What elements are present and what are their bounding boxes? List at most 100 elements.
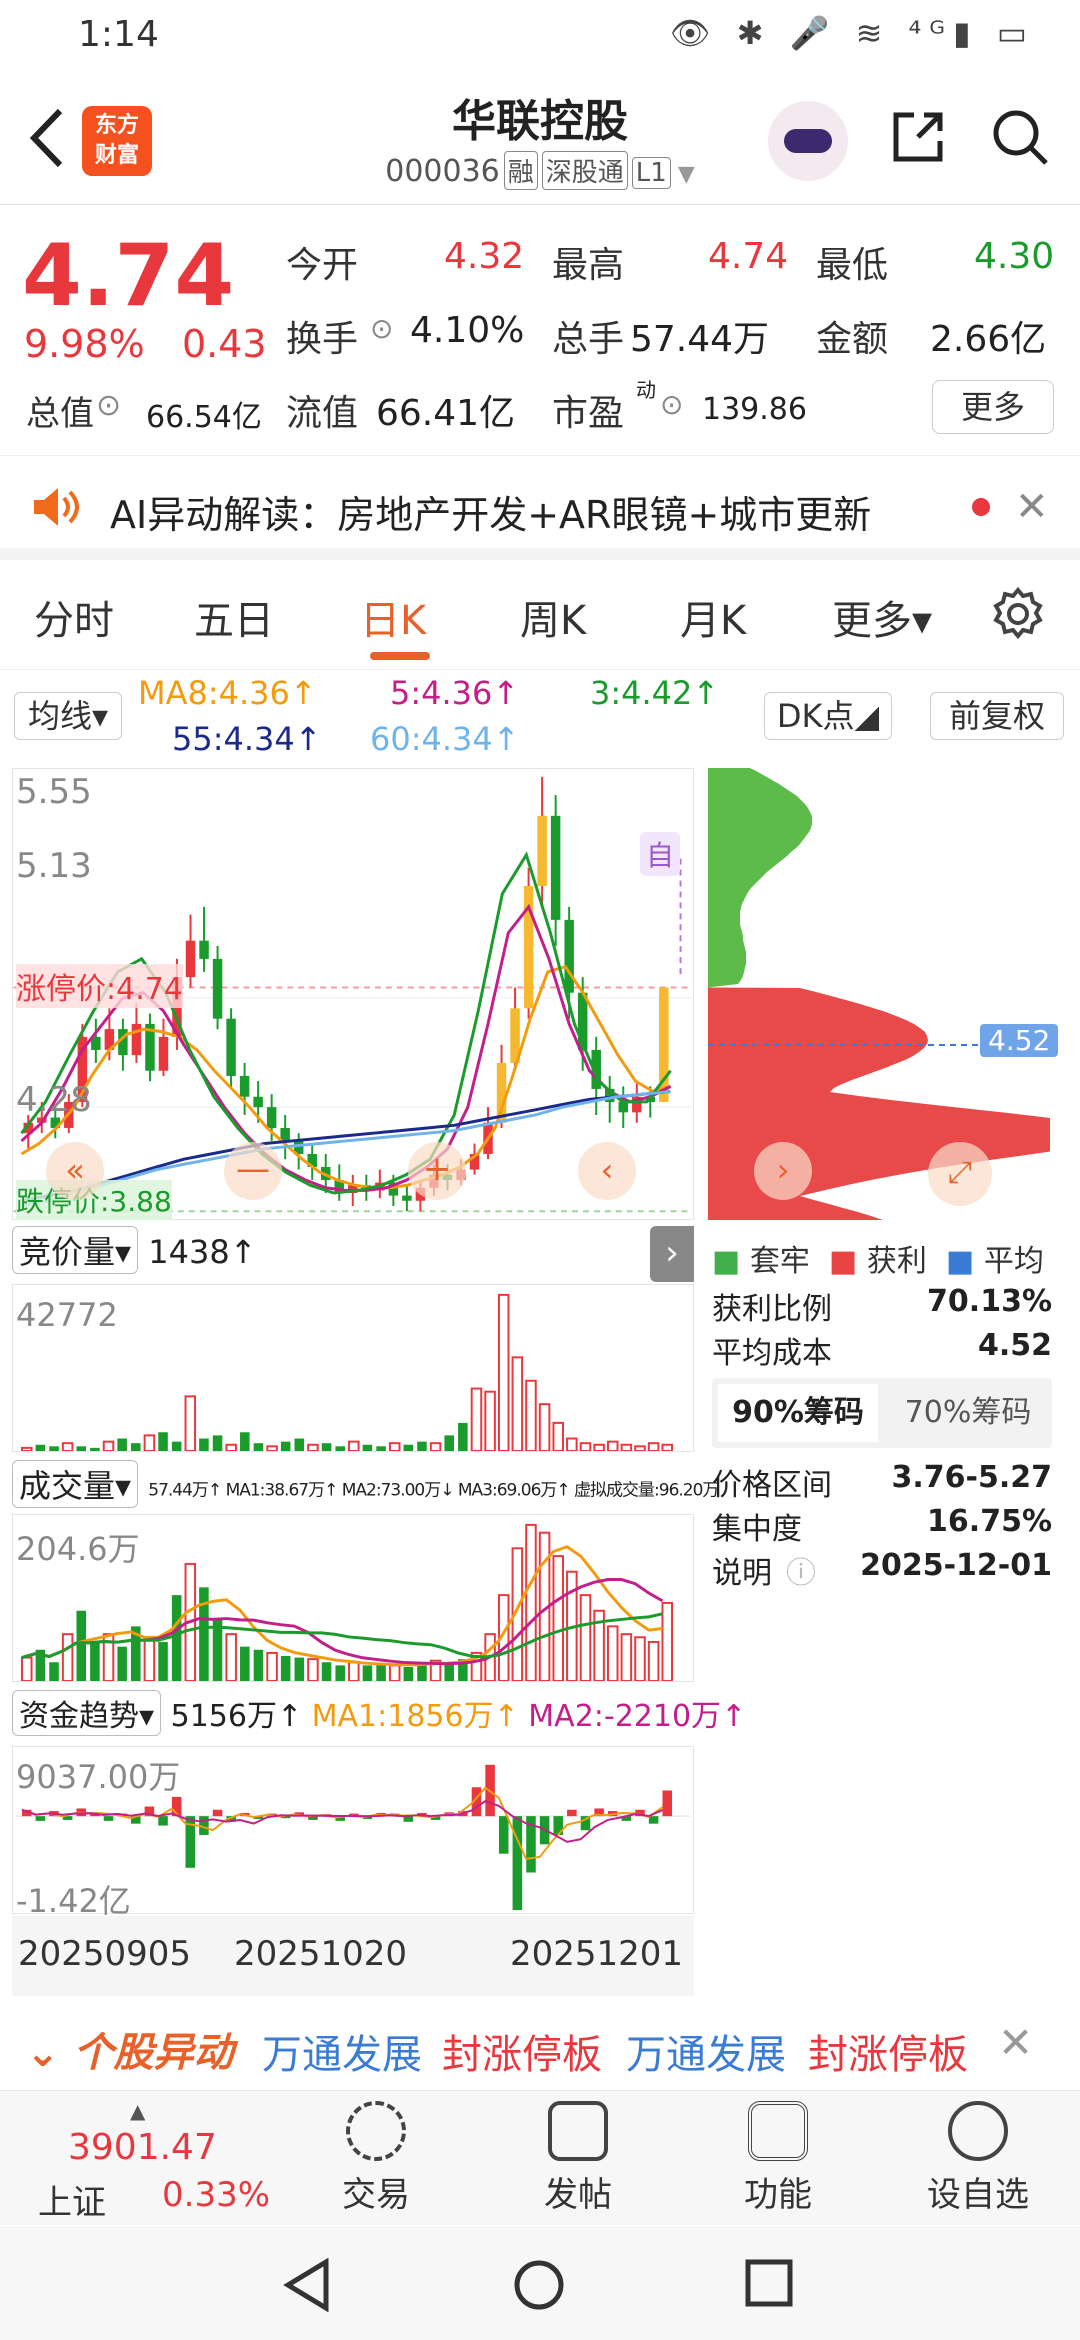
- bar: [280, 1656, 291, 1681]
- zoom-in-icon[interactable]: +: [408, 1142, 466, 1200]
- bar: [49, 1662, 59, 1681]
- unread-dot: [972, 498, 990, 516]
- candle: [402, 1195, 412, 1201]
- index-value: 3901.47: [68, 2127, 217, 2168]
- info-icon[interactable]: ⊙: [660, 388, 683, 421]
- bar: [240, 1646, 250, 1681]
- tab-chip-90[interactable]: 90%筹码: [718, 1384, 878, 1442]
- bar: [552, 1555, 564, 1681]
- tab-weekly-k[interactable]: 周K: [520, 588, 586, 646]
- scroll-left-icon[interactable]: «: [46, 1142, 104, 1200]
- ma60-value: 60:4.34↑: [370, 720, 520, 758]
- stock-alert-ticker[interactable]: ⌄ 个股异动 万通发展 封涨停板 万通发展 封涨停板 ✕: [0, 2000, 1080, 2090]
- nav-trade[interactable]: 交易: [306, 2101, 446, 2216]
- change-pct: 9.98%: [24, 322, 145, 366]
- tab-daily-k[interactable]: 日K: [360, 588, 426, 646]
- candle: [199, 940, 209, 959]
- volume-header: 成交量▾ 57.44万↑ MA1:38.67万↑ MA2:73.00万↓ MA3…: [12, 1460, 719, 1508]
- bar: [648, 1816, 659, 1824]
- search-icon[interactable]: [990, 107, 1050, 167]
- home-nav-icon[interactable]: [512, 2258, 566, 2312]
- header: 东方 财富 华联控股 000036 融深股通 L1 ▼: [0, 75, 1080, 205]
- bar: [225, 1443, 237, 1451]
- auction-selector[interactable]: 竞价量▾: [12, 1226, 139, 1274]
- tab-chip-70[interactable]: 70%筹码: [888, 1384, 1048, 1442]
- fund-header: 资金趋势▾ 5156万↑ MA1:1856万↑ MA2:-2210万↑: [12, 1690, 746, 1736]
- bar: [470, 1387, 483, 1451]
- nav-functions[interactable]: 功能: [708, 2101, 848, 2216]
- bar: [444, 1435, 454, 1451]
- back-nav-icon[interactable]: [282, 2258, 332, 2312]
- ma-selector[interactable]: 均线▾: [14, 692, 122, 740]
- bar: [376, 1663, 386, 1681]
- pe-value: 139.86: [702, 392, 807, 427]
- info-icon[interactable]: ⊙: [370, 312, 393, 345]
- candle: [537, 815, 547, 887]
- avg-cost-tag: 4.52: [980, 1024, 1059, 1057]
- ai-text: AI异动解读：房地产开发+AR眼镜+城市更新: [110, 493, 872, 537]
- bar: [76, 1610, 87, 1681]
- bar: [362, 1665, 373, 1681]
- ai-banner[interactable]: AI异动解读：房地产开发+AR眼镜+城市更新 ✕: [0, 456, 1080, 560]
- x-tick: 20250905: [18, 1934, 192, 1974]
- fund-selector[interactable]: 资金趋势▾: [12, 1690, 162, 1736]
- bar: [335, 1665, 345, 1681]
- chip-legend: ■ 套牢 ■ 获利 ■ 平均: [712, 1244, 1044, 1279]
- more-button[interactable]: 更多: [932, 380, 1054, 434]
- tab-intraday[interactable]: 分时: [34, 588, 114, 646]
- alert-item[interactable]: 封涨停板: [808, 2022, 968, 2080]
- bar: [525, 1379, 537, 1451]
- bar: [253, 1443, 264, 1451]
- forward-adjust-button[interactable]: 前复权: [930, 692, 1064, 740]
- active-tab-indicator: [370, 652, 430, 660]
- tab-five-day[interactable]: 五日: [194, 588, 274, 646]
- bar: [661, 1443, 674, 1451]
- bar: [307, 1443, 319, 1451]
- nav-post[interactable]: 发帖: [508, 2101, 648, 2216]
- volume-selector[interactable]: 成交量▾: [12, 1460, 139, 1508]
- nav-add-watchlist[interactable]: 设自选: [908, 2101, 1048, 2216]
- alert-item[interactable]: 万通发展: [626, 2022, 786, 2080]
- bar: [458, 1422, 468, 1451]
- low-label: 最低: [816, 245, 889, 286]
- ma-legend: 均线▾ MA8:4.36↑ 5:4.36↑ 3:4.42↑ 55:4.34↑ 6…: [0, 672, 1080, 772]
- trapped-chips: [708, 768, 812, 988]
- dk-point-button[interactable]: DK点◢: [764, 692, 892, 740]
- index-widget[interactable]: ▲ 3901.47 上证 0.33%: [20, 2099, 280, 2223]
- speaker-icon: [34, 488, 79, 526]
- panel-expand-icon[interactable]: ›: [650, 1226, 694, 1282]
- recents-nav-icon[interactable]: [744, 2258, 794, 2308]
- limit-up-label: 涨停价:4.74: [16, 964, 183, 1008]
- fund-ma2: MA2:-2210万↑: [528, 1699, 747, 1734]
- bar: [131, 1443, 141, 1451]
- x-tick: 20251201: [510, 1934, 684, 1974]
- settings-gear-icon[interactable]: [990, 586, 1046, 642]
- ma55-value: 55:4.34↑: [172, 720, 322, 758]
- close-icon[interactable]: ✕: [1015, 484, 1049, 530]
- low-value: 4.30: [974, 236, 1055, 277]
- assistant-avatar-icon[interactable]: [768, 101, 848, 181]
- fund-value: 5156万↑: [170, 1699, 303, 1734]
- share-icon[interactable]: [888, 107, 948, 167]
- open-value: 4.32: [444, 236, 525, 277]
- step-forward-icon[interactable]: ›: [754, 1142, 812, 1200]
- alert-item[interactable]: 封涨停板: [442, 2022, 602, 2080]
- alert-item[interactable]: 万通发展: [262, 2022, 422, 2080]
- volume-max-label: 204.6万: [16, 1530, 140, 1568]
- zoom-out-icon[interactable]: —: [224, 1142, 282, 1200]
- y-tick: 4.28: [16, 1080, 92, 1120]
- auto-marker[interactable]: 自: [640, 832, 681, 876]
- tab-more[interactable]: 更多▾: [832, 588, 932, 646]
- close-icon[interactable]: ✕: [998, 2018, 1033, 2067]
- step-back-icon[interactable]: ‹: [578, 1142, 636, 1200]
- tab-monthly-k[interactable]: 月K: [680, 588, 746, 646]
- chip-tabs: 90%筹码 70%筹码: [712, 1378, 1052, 1448]
- fullscreen-icon[interactable]: ⤢: [928, 1142, 992, 1206]
- candle: [280, 1127, 290, 1141]
- bar: [307, 1658, 319, 1681]
- bar: [484, 1390, 496, 1451]
- tag-margin: 融: [503, 151, 538, 190]
- bar: [49, 1446, 59, 1451]
- info-icon[interactable]: ⊙: [96, 388, 121, 423]
- bar: [579, 1442, 592, 1451]
